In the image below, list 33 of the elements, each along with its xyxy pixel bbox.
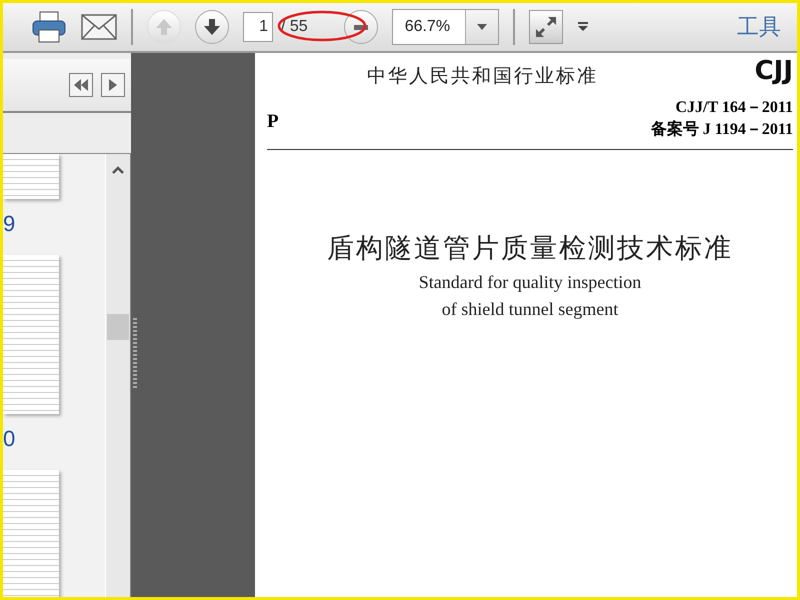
caret-icon	[476, 24, 487, 30]
next-page-button[interactable]	[195, 10, 229, 44]
english-title: Standard for quality inspection	[418, 272, 642, 293]
logo-text: CJJ	[754, 57, 793, 85]
page-thumbnail[interactable]	[3, 154, 59, 200]
zoom-dropdown[interactable]: 66.7%	[392, 9, 499, 45]
standard-header: 中华人民共和国行业标准	[367, 64, 598, 89]
scrollbar[interactable]	[105, 154, 130, 597]
category-letter: P	[267, 111, 279, 133]
overflow-menu-icon[interactable]	[576, 22, 589, 32]
collapse-button[interactable]	[69, 73, 93, 97]
english-title: of shield tunnel segment	[440, 299, 620, 320]
tools-button[interactable]: 工具	[737, 12, 781, 42]
document-title: 盾构隧道管片质量检测技术标准	[326, 232, 734, 266]
print-icon[interactable]	[31, 10, 67, 44]
page-thumbnail[interactable]	[3, 470, 59, 597]
down-arrow-icon	[202, 17, 222, 37]
scroll-up-icon[interactable]	[112, 166, 124, 174]
double-left-arrow-icon	[74, 79, 88, 91]
splitter-handle[interactable]	[133, 318, 137, 388]
page-number-field[interactable]: 1	[243, 12, 273, 42]
mail-icon[interactable]	[81, 14, 117, 40]
page-number-label: 9	[3, 211, 16, 238]
expand-button[interactable]	[101, 73, 125, 97]
page-number-label: 0	[3, 426, 16, 452]
right-arrow-icon	[109, 79, 117, 91]
up-arrow-icon	[154, 17, 174, 37]
full-screen-button[interactable]	[528, 10, 563, 44]
standard-code: CJJ/T 164－2011	[676, 98, 793, 118]
record-number: 备案号 J 1194－2011	[650, 119, 793, 140]
page-thumbnail[interactable]	[3, 255, 59, 414]
scrollbar-thumb[interactable]	[107, 314, 129, 340]
minus-icon	[354, 24, 368, 30]
